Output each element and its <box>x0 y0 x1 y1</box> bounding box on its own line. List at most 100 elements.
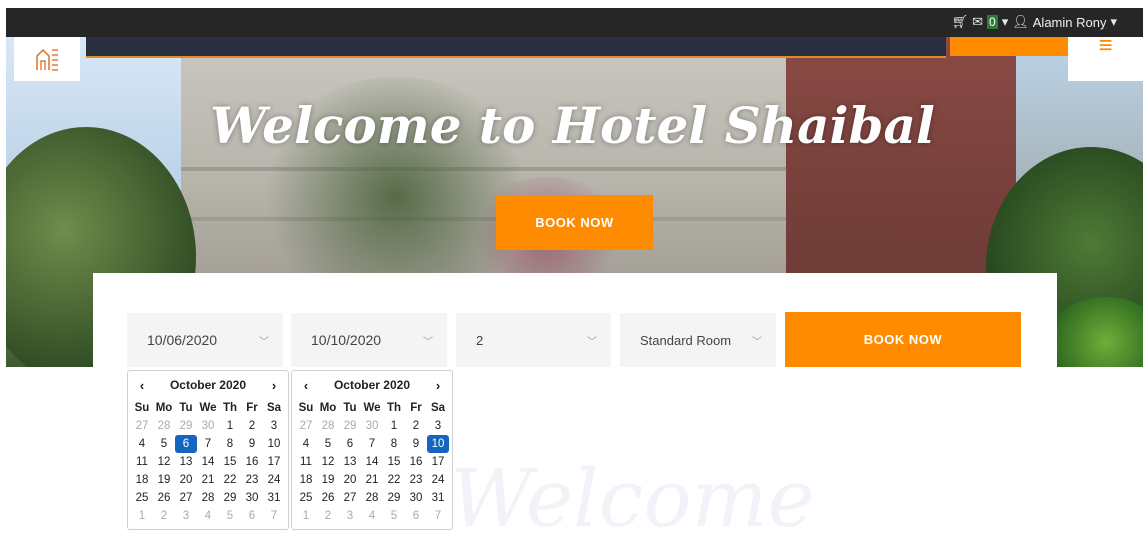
calendar-day[interactable]: 19 <box>317 471 339 489</box>
calendar-day[interactable]: 3 <box>339 507 361 525</box>
calendar-day[interactable]: 8 <box>219 435 241 453</box>
calendar-day[interactable]: 16 <box>405 453 427 471</box>
calendar-day[interactable]: 11 <box>295 453 317 471</box>
calendar-day[interactable]: 25 <box>131 489 153 507</box>
calendar-day[interactable]: 5 <box>383 507 405 525</box>
calendar-day[interactable]: 29 <box>175 417 197 435</box>
logo[interactable] <box>14 37 80 81</box>
calendar-day[interactable]: 21 <box>361 471 383 489</box>
book-now-button[interactable]: BOOK NOW <box>785 312 1021 367</box>
calendar-day[interactable]: 27 <box>295 417 317 435</box>
calendar-day[interactable]: 14 <box>361 453 383 471</box>
calendar-day[interactable]: 2 <box>241 417 263 435</box>
calendar-day[interactable]: 2 <box>405 417 427 435</box>
calendar-day[interactable]: 15 <box>219 453 241 471</box>
calendar-day[interactable]: 8 <box>383 435 405 453</box>
calendar-day[interactable]: 1 <box>219 417 241 435</box>
prev-month-button[interactable]: ‹ <box>134 378 150 393</box>
calendar-day[interactable]: 11 <box>131 453 153 471</box>
prev-month-button[interactable]: ‹ <box>298 378 314 393</box>
calendar-day[interactable]: 23 <box>241 471 263 489</box>
calendar-day[interactable]: 1 <box>295 507 317 525</box>
calendar-day[interactable]: 21 <box>197 471 219 489</box>
calendar-day[interactable]: 18 <box>295 471 317 489</box>
calendar-day[interactable]: 22 <box>383 471 405 489</box>
calendar-day[interactable]: 1 <box>131 507 153 525</box>
calendar-day[interactable]: 17 <box>427 453 449 471</box>
calendar-day[interactable]: 24 <box>427 471 449 489</box>
calendar-day[interactable]: 2 <box>153 507 175 525</box>
hamburger-menu-button[interactable]: ≡ <box>1068 34 1143 81</box>
hero-book-now-button[interactable]: BOOK NOW <box>496 195 653 250</box>
calendar-day[interactable]: 20 <box>175 471 197 489</box>
calendar-day[interactable]: 9 <box>241 435 263 453</box>
checkin-date-field[interactable]: 10/06/2020 ﹀ <box>127 313 283 367</box>
calendar-day[interactable]: 15 <box>383 453 405 471</box>
calendar-day[interactable]: 20 <box>339 471 361 489</box>
calendar-day[interactable]: 7 <box>427 507 449 525</box>
calendar-day[interactable]: 5 <box>317 435 339 453</box>
calendar-day[interactable]: 24 <box>263 471 285 489</box>
calendar-day[interactable]: 4 <box>295 435 317 453</box>
calendar-day[interactable]: 6 <box>339 435 361 453</box>
calendar-day[interactable]: 1 <box>383 417 405 435</box>
calendar-day[interactable]: 30 <box>197 417 219 435</box>
calendar-day[interactable]: 31 <box>427 489 449 507</box>
calendar-day[interactable]: 13 <box>175 453 197 471</box>
selected-day[interactable]: 10 <box>427 435 449 453</box>
calendar-day[interactable]: 5 <box>153 435 175 453</box>
calendar-day[interactable]: 3 <box>427 417 449 435</box>
calendar-day[interactable]: 9 <box>405 435 427 453</box>
calendar-day[interactable]: 29 <box>383 489 405 507</box>
calendar-day[interactable]: 4 <box>197 507 219 525</box>
calendar-day[interactable]: 30 <box>405 489 427 507</box>
calendar-day[interactable]: 18 <box>131 471 153 489</box>
user-name[interactable]: Alamin Rony <box>1033 15 1107 30</box>
calendar-day[interactable]: 16 <box>241 453 263 471</box>
calendar-day[interactable]: 6 <box>241 507 263 525</box>
datepicker-month-label[interactable]: October 2020 <box>170 378 246 392</box>
room-type-select[interactable]: Standard Room ﹀ <box>620 313 776 367</box>
calendar-day[interactable]: 4 <box>131 435 153 453</box>
calendar-day[interactable]: 30 <box>241 489 263 507</box>
next-month-button[interactable]: › <box>430 378 446 393</box>
calendar-day[interactable]: 27 <box>175 489 197 507</box>
calendar-day[interactable]: 25 <box>295 489 317 507</box>
calendar-day[interactable]: 14 <box>197 453 219 471</box>
calendar-day[interactable]: 12 <box>317 453 339 471</box>
calendar-day[interactable]: 30 <box>361 417 383 435</box>
checkout-date-field[interactable]: 10/10/2020 ﹀ <box>291 313 447 367</box>
calendar-day[interactable]: 27 <box>339 489 361 507</box>
calendar-day[interactable]: 22 <box>219 471 241 489</box>
calendar-day[interactable]: 28 <box>197 489 219 507</box>
calendar-day[interactable]: 29 <box>339 417 361 435</box>
selected-day[interactable]: 6 <box>175 435 197 453</box>
calendar-day[interactable]: 28 <box>317 417 339 435</box>
calendar-day[interactable]: 19 <box>153 471 175 489</box>
cart-icon[interactable]: 🛒︎ <box>952 14 969 30</box>
calendar-day[interactable]: 26 <box>153 489 175 507</box>
calendar-day[interactable]: 2 <box>317 507 339 525</box>
next-month-button[interactable]: › <box>266 378 282 393</box>
calendar-day[interactable]: 7 <box>263 507 285 525</box>
calendar-day[interactable]: 7 <box>361 435 383 453</box>
calendar-day[interactable]: 28 <box>361 489 383 507</box>
guests-select[interactable]: 2 ﹀ <box>456 313 611 367</box>
datepicker-month-label[interactable]: October 2020 <box>334 378 410 392</box>
calendar-day[interactable]: 13 <box>339 453 361 471</box>
calendar-day[interactable]: 7 <box>197 435 219 453</box>
calendar-day[interactable]: 12 <box>153 453 175 471</box>
calendar-day[interactable]: 23 <box>405 471 427 489</box>
calendar-day[interactable]: 6 <box>405 507 427 525</box>
calendar-day[interactable]: 29 <box>219 489 241 507</box>
calendar-day[interactable]: 17 <box>263 453 285 471</box>
calendar-day[interactable]: 31 <box>263 489 285 507</box>
envelope-icon[interactable]: ✉︎ <box>972 14 983 30</box>
calendar-day[interactable]: 27 <box>131 417 153 435</box>
calendar-day[interactable]: 3 <box>175 507 197 525</box>
calendar-day[interactable]: 3 <box>263 417 285 435</box>
calendar-day[interactable]: 28 <box>153 417 175 435</box>
user-caret-down-icon[interactable]: ▾ <box>1110 14 1117 30</box>
calendar-day[interactable]: 5 <box>219 507 241 525</box>
caret-down-icon[interactable]: ▾ <box>1002 14 1009 30</box>
